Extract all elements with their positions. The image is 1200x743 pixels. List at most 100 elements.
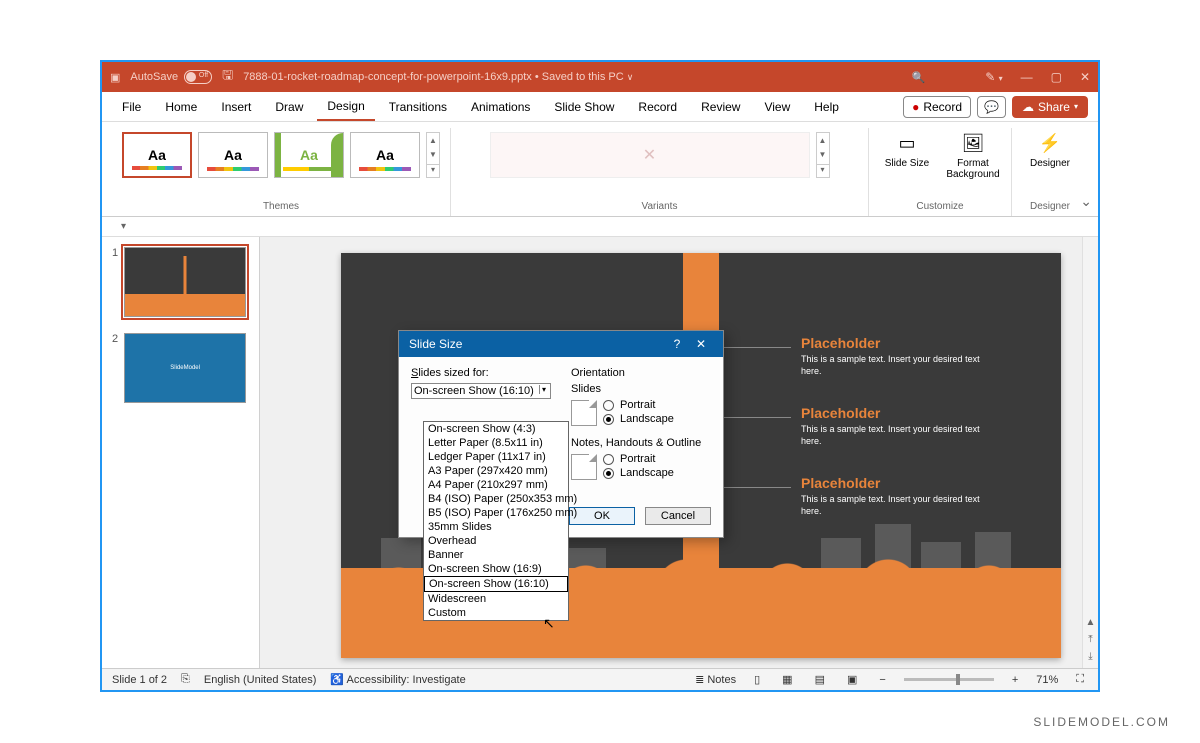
normal-view-icon[interactable]: ▯ [750, 673, 764, 686]
gallery-down-icon[interactable]: ▼ [817, 150, 829, 159]
document-filename[interactable]: 7888-01-rocket-roadmap-concept-for-power… [243, 71, 633, 83]
themes-gallery[interactable]: Aa Aa Aa Aa ▲ ▼ ▾ [122, 128, 440, 178]
notes-button[interactable]: ≣ Notes [695, 673, 736, 686]
size-option[interactable]: Ledger Paper (11x17 in) [424, 450, 568, 464]
size-option[interactable]: 35mm Slides [424, 520, 568, 534]
ribbon: Aa Aa Aa Aa ▲ ▼ ▾ Themes ✕ ▲ ▼ ▾ [102, 122, 1098, 217]
tab-transitions[interactable]: Transitions [379, 94, 457, 120]
titlebar: ▣ AutoSave Off 🖫 7888-01-rocket-roadmap-… [102, 62, 1098, 92]
slide-size-select[interactable]: On-screen Show (16:10)▾ [411, 383, 551, 399]
record-button[interactable]: Record [903, 96, 971, 118]
tab-animations[interactable]: Animations [461, 94, 540, 120]
size-option[interactable]: Banner [424, 548, 568, 562]
dialog-close-icon[interactable]: ✕ [689, 337, 713, 351]
ok-button[interactable]: OK [569, 507, 635, 525]
format-background-button[interactable]: 🖼 Format Background [945, 130, 1001, 180]
tab-draw[interactable]: Draw [265, 94, 313, 120]
next-slide-icon[interactable]: ⤓ [1088, 651, 1092, 662]
cancel-button[interactable]: Cancel [645, 507, 711, 525]
gallery-down-icon[interactable]: ▼ [427, 150, 439, 159]
gallery-up-icon[interactable]: ▲ [817, 136, 829, 145]
language-label[interactable]: English (United States) [204, 674, 317, 686]
designer-button[interactable]: ⚡ Designer [1022, 130, 1078, 169]
variants-gallery[interactable]: ✕ [490, 132, 810, 178]
theme-thumb[interactable]: Aa [122, 132, 192, 178]
vertical-scrollbar[interactable]: ▲ ⤒ ⤓ [1082, 237, 1098, 668]
page-icon [571, 454, 597, 480]
qat-dropdown-icon[interactable]: ▾ [116, 220, 131, 233]
size-option[interactable]: A4 Paper (210x297 mm) [424, 478, 568, 492]
zoom-out-icon[interactable]: − [875, 674, 889, 686]
zoom-slider[interactable] [904, 678, 994, 681]
slideshow-view-icon[interactable]: ▣ [843, 673, 861, 686]
close-button[interactable]: ✕ [1080, 70, 1090, 84]
gallery-more-icon[interactable]: ▾ [427, 164, 439, 174]
autosave-toggle[interactable]: AutoSave Off [130, 70, 212, 84]
tab-record[interactable]: Record [628, 94, 687, 120]
variants-group-label: Variants [642, 201, 678, 216]
search-icon[interactable]: 🔍 [911, 71, 925, 84]
customize-group-label: Customize [916, 201, 963, 216]
slide-thumbnail[interactable]: 2 SlideModel [112, 333, 249, 403]
reading-view-icon[interactable]: ▤ [811, 673, 829, 686]
slide-count-label[interactable]: Slide 1 of 2 [112, 674, 167, 686]
tab-home[interactable]: Home [155, 94, 207, 120]
statusbar: Slide 1 of 2 ⎘ English (United States) ♿… [102, 668, 1098, 690]
save-icon[interactable]: 🖫 [222, 66, 233, 88]
size-option[interactable]: B4 (ISO) Paper (250x353 mm) [424, 492, 568, 506]
size-option[interactable]: Letter Paper (8.5x11 in) [424, 436, 568, 450]
slide-size-button[interactable]: ▭ Slide Size [879, 130, 935, 180]
pen-icon[interactable]: ✎ ▾ [985, 70, 1002, 84]
gallery-up-icon[interactable]: ▲ [427, 136, 439, 145]
zoom-percent[interactable]: 71% [1036, 674, 1058, 686]
gallery-more-icon[interactable]: ▾ [817, 164, 829, 174]
notes-landscape-radio[interactable]: Landscape [603, 467, 674, 479]
size-option[interactable]: On-screen Show (4:3) [424, 422, 568, 436]
notes-portrait-radio[interactable]: Portrait [603, 453, 674, 465]
slides-portrait-radio[interactable]: Portrait [603, 399, 674, 411]
zoom-in-icon[interactable]: + [1008, 674, 1022, 686]
theme-thumb[interactable]: Aa [274, 132, 344, 178]
slide-thumbnail[interactable]: 1 [112, 247, 249, 317]
toggle-switch-icon[interactable]: Off [184, 70, 212, 84]
theme-thumb[interactable]: Aa [198, 132, 268, 178]
slide-number: 2 [112, 333, 118, 403]
restore-button[interactable]: ▢ [1051, 70, 1062, 84]
size-option[interactable]: On-screen Show (16:10) [424, 576, 568, 592]
accessibility-label[interactable]: ♿ Accessibility: Investigate [330, 673, 465, 686]
tab-help[interactable]: Help [804, 94, 849, 120]
tab-view[interactable]: View [754, 94, 800, 120]
placeholder-block: Placeholder This is a sample text. Inser… [801, 335, 981, 377]
tab-file[interactable]: File [112, 94, 151, 120]
watermark: SLIDEMODEL.COM [1033, 715, 1170, 729]
ribbon-tabs: File Home Insert Draw Design Transitions… [102, 92, 1098, 122]
comments-button[interactable]: 💬 [977, 96, 1006, 118]
dialog-help-icon[interactable]: ? [665, 337, 689, 351]
placeholder-block: Placeholder This is a sample text. Inser… [801, 405, 981, 447]
size-option[interactable]: B5 (ISO) Paper (176x250 mm) [424, 506, 568, 520]
scroll-up-icon[interactable]: ▲ [1086, 617, 1096, 628]
fit-to-window-icon[interactable]: ⛶ [1072, 673, 1088, 686]
sized-for-label: Slides sized for: [411, 367, 551, 379]
sorter-view-icon[interactable]: ▦ [778, 673, 796, 686]
slide-thumbnails-panel[interactable]: 1 2 SlideModel [102, 237, 260, 668]
slide-size-dropdown[interactable]: On-screen Show (4:3) Letter Paper (8.5x1… [423, 421, 569, 621]
size-option[interactable]: On-screen Show (16:9) [424, 562, 568, 576]
tab-insert[interactable]: Insert [211, 94, 261, 120]
tab-review[interactable]: Review [691, 94, 750, 120]
size-option[interactable]: A3 Paper (297x420 mm) [424, 464, 568, 478]
slides-landscape-radio[interactable]: Landscape [603, 413, 674, 425]
collapse-ribbon-icon[interactable]: ⌄ [1080, 193, 1092, 210]
spell-check-icon[interactable]: ⎘ [181, 673, 190, 686]
share-button[interactable]: ☁ Share ▾ [1012, 96, 1088, 118]
tab-design[interactable]: Design [317, 93, 374, 121]
prev-slide-icon[interactable]: ⤒ [1088, 634, 1092, 645]
placeholder-block: Placeholder This is a sample text. Inser… [801, 475, 981, 517]
size-option[interactable]: Overhead [424, 534, 568, 548]
size-option[interactable]: Widescreen [424, 592, 568, 606]
minimize-button[interactable]: — [1021, 70, 1033, 84]
format-background-icon: 🖼 [959, 130, 987, 156]
tab-slideshow[interactable]: Slide Show [544, 94, 624, 120]
dialog-titlebar[interactable]: Slide Size ? ✕ [399, 331, 723, 357]
theme-thumb[interactable]: Aa [350, 132, 420, 178]
